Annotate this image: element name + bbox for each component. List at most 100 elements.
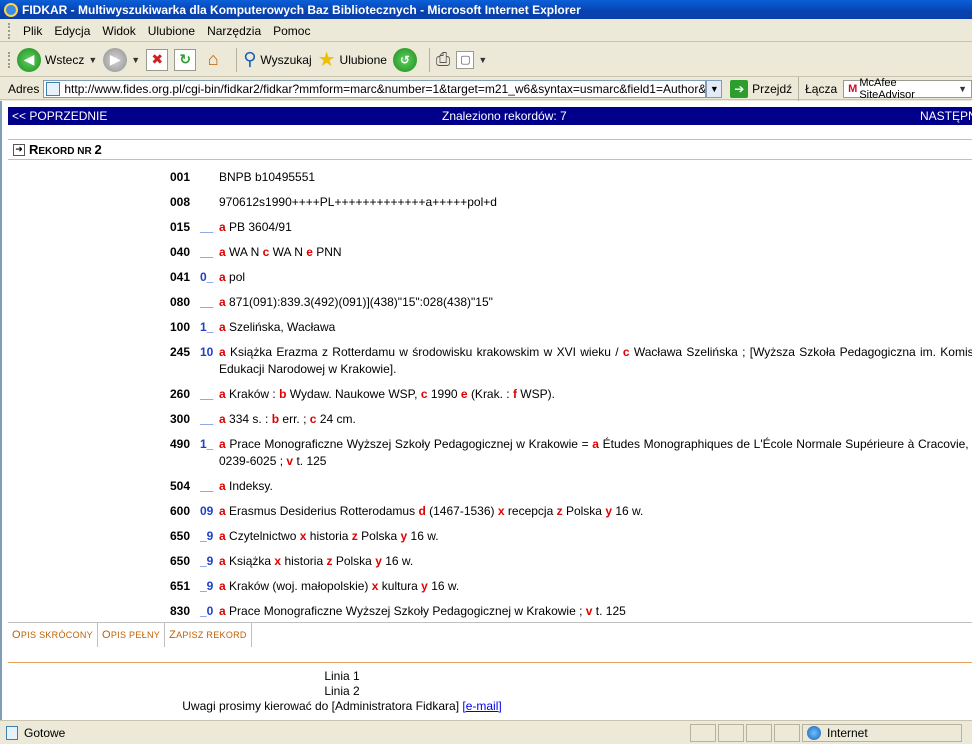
home-button[interactable]: ⌂ [202,49,224,71]
marc-tag: 008 [170,195,191,209]
record-header: ➜ REKORD NR 2 [8,139,972,160]
marc-field-value: a Czytelnictwo x historia z Polska y 16 … [219,528,439,545]
marc-tag: 015 [170,220,191,234]
marc-field-value: a Kraków (woj. małopolskie) x kultura y … [219,578,459,595]
window-title: FIDKAR - Multiwyszukiwarka dla Komputero… [22,2,581,17]
subfield-code: x [299,529,307,543]
menu-edycja[interactable]: Edycja [48,24,96,38]
subfield-text: 334 s. : [229,412,269,426]
home-icon: ⌂ [207,49,219,69]
expand-arrow-icon[interactable]: ➜ [13,143,25,156]
dropdown-arrow-icon[interactable]: ▼ [478,55,487,65]
go-button[interactable]: Przejdź [752,82,792,96]
marc-tag: 830 [170,604,191,618]
marc-field-value: a 871(091):839.3(492)(091)](438)"15":028… [219,294,493,311]
short-view-link[interactable]: O PIS SKRÓCONY [8,623,98,647]
marc-indicators: __ [200,412,214,426]
subfield-code: d [418,504,426,518]
history-icon: ↺ [392,47,417,72]
subfield-code: a [219,295,226,309]
marc-indicators: __ [200,295,214,309]
marc-field-value: a 334 s. : b err. ; c 24 cm. [219,411,356,428]
mcafee-siteadvisor-button[interactable]: M McAfee SiteAdvisor ▼ [843,77,972,101]
menu-pomoc[interactable]: Pomoc [267,24,316,38]
marc-tag: 040 [170,245,191,259]
links-button[interactable]: Łącza [805,82,837,96]
edit-button[interactable]: ▢ ▼ [456,50,487,69]
marc-field-row: 100 1_ a Szelińska, Wacława [170,319,335,336]
go-arrow-icon[interactable]: ➔ [730,79,749,98]
subfield-text: Polska [361,529,398,543]
subfield-text: 24 cm. [319,412,356,426]
marc-tag: 041 [170,270,191,284]
printer-icon: ⎙ [435,49,451,69]
ie-icon [4,2,18,17]
subfield-code: x [371,579,379,593]
marc-tag: 260 [170,387,191,401]
marc-field-row: 300 __ a 334 s. : b err. ; c 24 cm. [170,411,356,428]
marc-tag: 100 [170,320,191,334]
subfield-code: a [219,554,226,568]
marc-tag: 600 [170,504,191,518]
footer-line-2: Linia 2 [324,684,360,698]
save-record-link[interactable]: Z APISZ REKORD [165,623,252,647]
subfield-text: t. 125 [595,604,626,618]
marc-field-value: a WA N c WA N e PNN [219,244,342,261]
menu-ulubione[interactable]: Ulubione [142,24,201,38]
stop-button[interactable]: ✖ [146,48,169,71]
menu-widok[interactable]: Widok [96,24,141,38]
search-button[interactable]: ⚲ Wyszukaj [243,49,311,70]
subfield-code: x [274,554,282,568]
subfield-code: y [605,504,613,518]
footer-contact-text: Uwagi prosimy kierować do [Administrator… [182,699,460,713]
marc-field-row: 040 __ a WA N c WA N e PNN [170,244,342,261]
dropdown-arrow-icon[interactable]: ▼ [131,55,140,65]
menu-narzedzia[interactable]: Narzędzia [201,24,267,38]
refresh-button[interactable]: ↻ [174,48,197,71]
subfield-text: 16 w. [385,554,414,568]
status-bar: Gotowe Internet [0,720,972,744]
back-button[interactable]: ◀ Wstecz ▼ [17,47,97,72]
marc-tag: 080 [170,295,191,309]
address-input[interactable]: http://www.fides.org.pl/cgi-bin/fidkar2/… [43,79,707,98]
next-record-link[interactable]: NASTĘPN [920,109,972,123]
marc-indicators: __ [200,220,214,234]
address-dropdown-icon[interactable]: ▼ [706,79,723,98]
subfield-text: Czytelnictwo [229,529,297,543]
dropdown-arrow-icon[interactable]: ▼ [88,55,97,65]
prev-record-link[interactable]: << POPRZEDNIE [12,109,107,123]
subfield-code: z [556,504,563,518]
marc-indicators: 1_ [200,320,214,334]
subfield-code: b [279,387,287,401]
toolbar-separator [428,47,430,72]
star-icon: ★ [317,49,336,71]
subfield-code: a [219,437,226,451]
subfield-text: 16 w. [431,579,460,593]
marc-field-row: 651 _9 a Kraków (woj. małopolskie) x kultu… [170,578,459,595]
subfield-code: a [219,504,226,518]
marc-indicators: _9 [200,529,214,543]
email-link[interactable]: [e-mail] [462,699,501,713]
history-button[interactable]: ↺ [392,47,417,72]
subfield-text: historia [284,554,324,568]
full-view-link[interactable]: O PIS PEŁNY [98,623,166,647]
marc-field-row: 245 10 a Książka Erazma z Rotterdamu w śro… [170,344,972,378]
print-button[interactable]: ⎙ [436,49,450,70]
subfield-text: Kraków (woj. małopolskie) [229,579,369,593]
subfield-text: Erasmus Desiderius Rotterodamus [229,504,416,518]
forward-button[interactable]: ▶ ▼ [103,47,140,72]
marc-field-value: a Prace Monograficzne Wyższej Szkoły Ped… [219,603,626,620]
forward-arrow-icon: ▶ [103,47,128,72]
marc-tag: 490 [170,437,191,451]
marc-field-row: 650 _9 a Czytelnictwo x historia z Polska … [170,528,439,545]
toolbar-separator [798,76,800,101]
status-cell [746,723,772,742]
menu-plik[interactable]: Plik [17,24,48,38]
subfield-text: WA N [272,245,303,259]
zone-label: Internet [827,725,868,740]
subfield-code: a [219,479,226,493]
subfield-text: Kraków : [229,387,276,401]
subfield-code: c [622,345,630,359]
favorites-button[interactable]: ★ Ulubione [318,47,387,72]
marc-indicators: __ [200,387,214,401]
